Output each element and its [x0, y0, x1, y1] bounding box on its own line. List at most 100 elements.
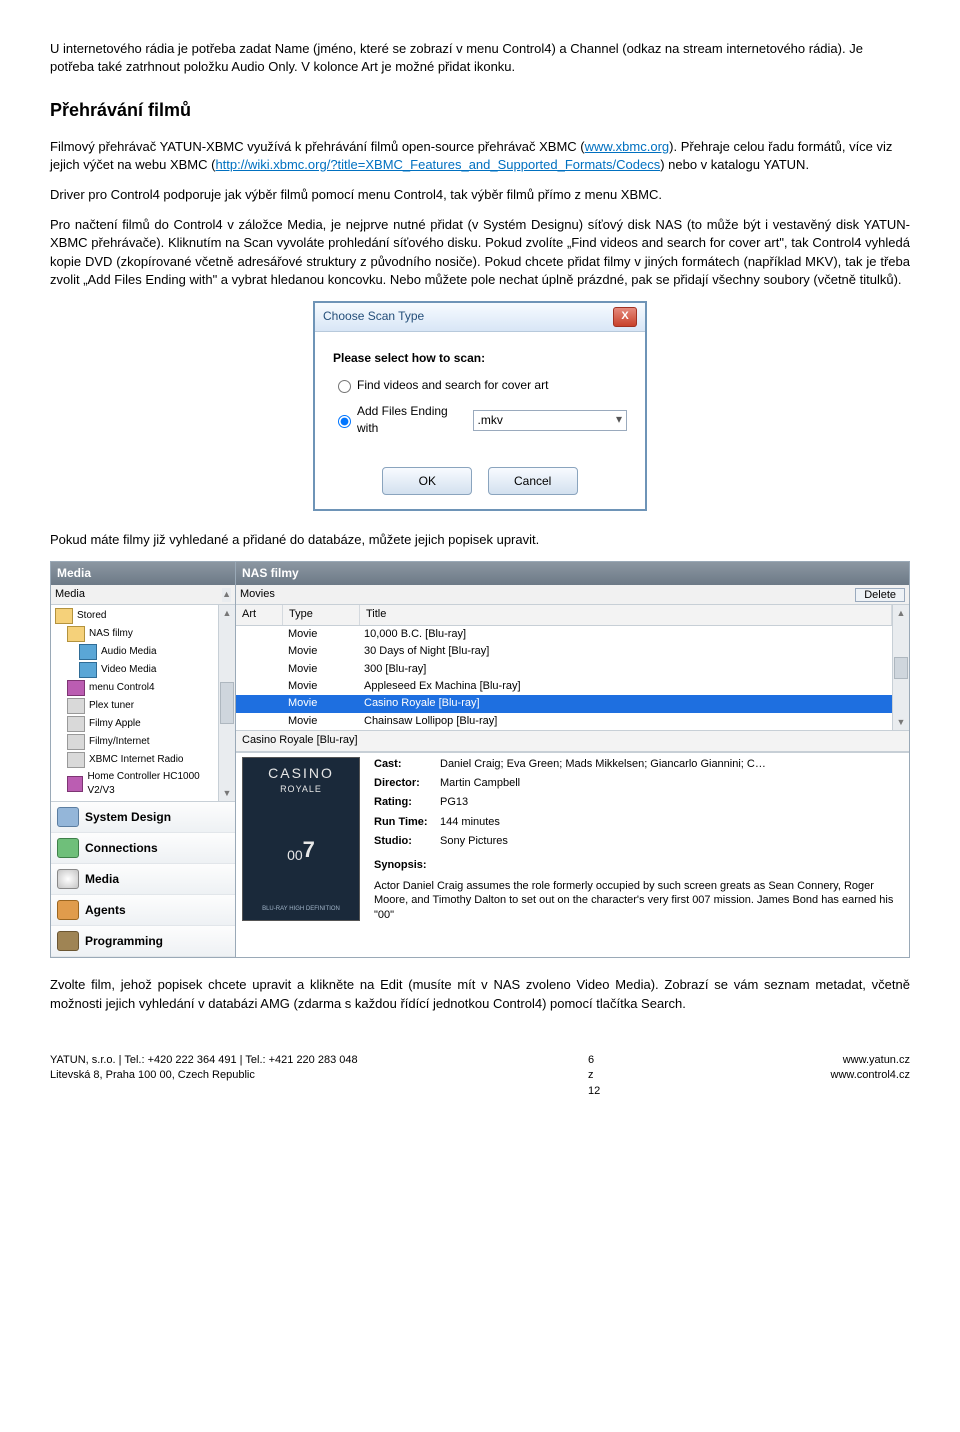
paragraph-driver: Driver pro Control4 podporuje jak výběr … — [50, 186, 910, 204]
cell-type: Movie — [282, 695, 358, 712]
cell-title: Appleseed Ex Machina [Blu-ray] — [358, 678, 892, 695]
nav-system-design[interactable]: System Design — [51, 802, 235, 833]
text: ) nebo v katalogu YATUN. — [660, 157, 809, 172]
tree-item-label: Plex tuner — [89, 699, 134, 713]
cell-title: 30 Days of Night [Blu-ray] — [358, 643, 892, 660]
tree-sub-label: Media — [55, 587, 85, 602]
tree-item-label: XBMC Internet Radio — [89, 753, 184, 767]
movies-label: Movies — [240, 587, 275, 602]
scroll-thumb[interactable] — [220, 682, 234, 724]
tree-item-label: Audio Media — [101, 645, 157, 659]
cover-art: CASINO ROYALE 007 BLU-RAY HIGH DEFINITIO… — [242, 757, 360, 921]
media-explorer: Media Media ▲ Stored NAS filmy Audio Med… — [50, 561, 910, 958]
synopsis-label: Synopsis: — [374, 859, 427, 871]
radio-find-videos-label: Find videos and search for cover art — [357, 377, 548, 394]
tree-item-label: NAS filmy — [89, 627, 133, 641]
delete-button[interactable]: Delete — [855, 588, 905, 602]
tree-item-label: menu Control4 — [89, 681, 155, 695]
cast-value: Daniel Craig; Eva Green; Mads Mikkelsen;… — [440, 757, 766, 772]
choose-scan-dialog: Choose Scan Type X Please select how to … — [313, 301, 647, 511]
tree-item[interactable]: menu Control4 — [67, 679, 216, 697]
tree-item[interactable]: Plex tuner — [67, 697, 216, 715]
scroll-down-icon[interactable]: ▼ — [223, 785, 232, 802]
runtime-label: Run Time: — [374, 815, 440, 830]
tree-item-label: Video Media — [101, 663, 156, 677]
radio-icon — [67, 752, 85, 768]
right-header: NAS filmy — [236, 562, 909, 585]
dialog-title: Choose Scan Type — [323, 308, 424, 325]
nav-agents[interactable]: Agents — [51, 895, 235, 926]
paragraph-scan-instructions: Pro načtení filmů do Control4 v záložce … — [50, 216, 910, 289]
table-row[interactable]: Movie30 Days of Night [Blu-ray] — [236, 643, 892, 660]
scroll-thumb[interactable] — [894, 657, 908, 679]
director-value: Martin Campbell — [440, 776, 520, 791]
paragraph-edit-hint: Pokud máte filmy již vyhledané a přidané… — [50, 531, 910, 549]
media-icon — [79, 644, 97, 660]
footer-line-2: Litevská 8, Praha 100 00, Czech Republic — [50, 1068, 358, 1083]
nav-label: Programming — [85, 933, 163, 950]
rating-value: PG13 — [440, 795, 468, 810]
nav-media[interactable]: Media — [51, 864, 235, 895]
cell-title: Chainsaw Lollipop [Blu-ray] — [358, 713, 892, 730]
controller-icon — [67, 680, 85, 696]
scroll-down-icon[interactable]: ▼ — [897, 714, 906, 731]
folder-icon — [67, 626, 85, 642]
tree-item[interactable]: Video Media — [79, 661, 216, 679]
nav-label: Connections — [85, 840, 158, 857]
cell-title: Casino Royale [Blu-ray] — [358, 695, 892, 712]
intro-paragraph: U internetového rádia je potřeba zadat N… — [50, 40, 910, 76]
extension-combo[interactable]: .mkv — [473, 410, 627, 431]
nav-label: System Design — [85, 809, 171, 826]
xbmc-link[interactable]: www.xbmc.org — [585, 139, 670, 154]
radio-add-files[interactable] — [338, 415, 351, 428]
col-title[interactable]: Title — [360, 605, 892, 624]
paragraph-links: Filmový přehrávač YATUN-XBMC využívá k p… — [50, 138, 910, 174]
paragraph-edit: Zvolte film, jehož popisek chcete upravi… — [50, 976, 910, 1012]
close-icon[interactable]: X — [613, 307, 637, 327]
xbmc-wiki-link[interactable]: http://wiki.xbmc.org/?title=XBMC_Feature… — [215, 157, 660, 172]
table-row[interactable]: MovieCasino Royale [Blu-ray] — [236, 695, 892, 712]
movie-icon — [67, 734, 85, 750]
scroll-up-icon[interactable]: ▲ — [897, 605, 906, 622]
footer-link-2: www.control4.cz — [831, 1068, 910, 1083]
cell-type: Movie — [282, 643, 358, 660]
tree-stored-label: Stored — [77, 609, 106, 623]
scroll-up-icon[interactable]: ▲ — [222, 586, 231, 603]
table-row[interactable]: MovieChainsaw Lollipop [Blu-ray] — [236, 713, 892, 730]
col-type[interactable]: Type — [283, 605, 360, 624]
cancel-button[interactable]: Cancel — [488, 467, 578, 495]
cell-type: Movie — [282, 661, 358, 678]
text: Filmový přehrávač YATUN-XBMC využívá k p… — [50, 139, 585, 154]
table-row[interactable]: Movie300 [Blu-ray] — [236, 661, 892, 678]
cover-text-3: 7 — [303, 835, 315, 866]
tree-item[interactable]: Home Controller HC1000 V2/V3 — [67, 769, 216, 799]
tree-item[interactable]: XBMC Internet Radio — [67, 751, 216, 769]
nav-connections[interactable]: Connections — [51, 833, 235, 864]
footer-link-1: www.yatun.cz — [831, 1053, 910, 1068]
section-heading: Přehrávání filmů — [50, 98, 910, 123]
tree-item[interactable]: Filmy Apple — [67, 715, 216, 733]
studio-label: Studio: — [374, 834, 440, 849]
col-art[interactable]: Art — [236, 605, 283, 624]
radio-find-videos[interactable] — [338, 380, 351, 393]
tree-header: Media — [51, 562, 235, 585]
nav-programming[interactable]: Programming — [51, 926, 235, 957]
tree-item-label: Home Controller HC1000 V2/V3 — [87, 770, 216, 798]
tree-stored[interactable]: Stored — [55, 607, 216, 625]
tree-item[interactable]: Audio Media — [79, 643, 216, 661]
controller-icon — [67, 776, 83, 792]
agents-icon — [57, 900, 79, 920]
page-number: 6 z 12 — [588, 1053, 600, 1099]
cover-text-2: ROYALE — [268, 783, 334, 796]
page-footer: YATUN, s.r.o. | Tel.: +420 222 364 491 |… — [50, 1053, 910, 1084]
scroll-up-icon[interactable]: ▲ — [223, 605, 232, 622]
folder-icon — [55, 608, 73, 624]
table-row[interactable]: Movie10,000 B.C. [Blu-ray] — [236, 626, 892, 643]
rating-label: Rating: — [374, 795, 440, 810]
studio-value: Sony Pictures — [440, 834, 508, 849]
cell-type: Movie — [282, 626, 358, 643]
ok-button[interactable]: OK — [382, 467, 472, 495]
tree-item[interactable]: NAS filmy — [67, 625, 216, 643]
tree-item[interactable]: Filmy/Internet — [67, 733, 216, 751]
table-row[interactable]: MovieAppleseed Ex Machina [Blu-ray] — [236, 678, 892, 695]
